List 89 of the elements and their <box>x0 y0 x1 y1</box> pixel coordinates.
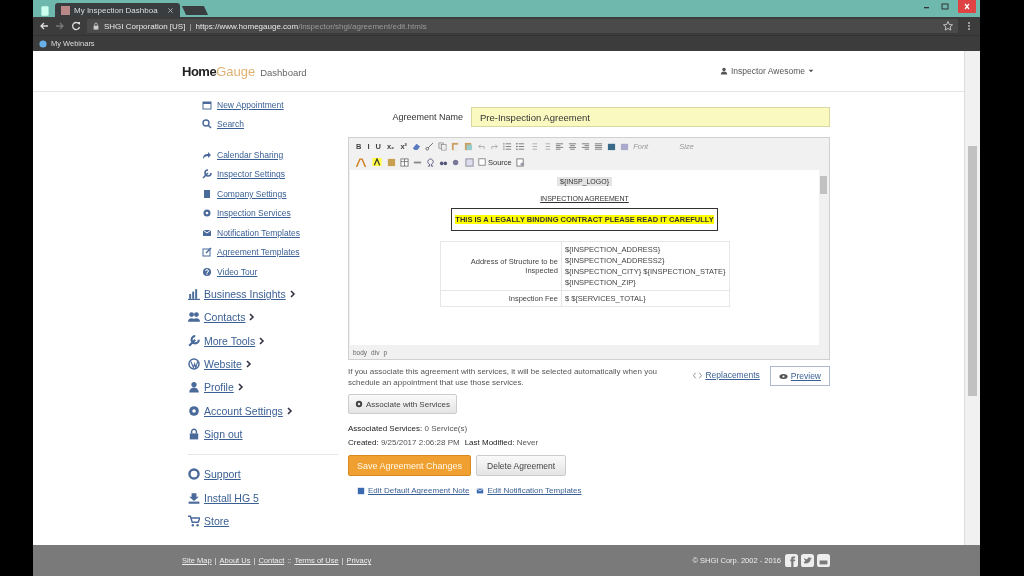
page-icon <box>61 5 70 15</box>
calendar-icon <box>202 99 212 110</box>
envelope-icon <box>202 227 212 238</box>
wordpress-icon <box>188 358 200 371</box>
users-icon <box>188 311 200 324</box>
globe-icon <box>39 39 47 48</box>
wrench-icon <box>188 334 200 347</box>
document-icon <box>478 158 486 166</box>
numbered-list-icon <box>503 141 513 151</box>
lifebuoy-icon <box>188 468 200 481</box>
edit-link[interactable]: Edit Notification Templates <box>476 486 582 496</box>
sidebar-link[interactable]: Store <box>204 514 230 527</box>
search-icon <box>202 119 212 130</box>
question-icon <box>202 266 212 277</box>
share-arrow-icon <box>202 149 212 160</box>
cart-icon <box>188 514 200 527</box>
bullet-list-icon <box>516 141 526 151</box>
gear-icon <box>355 400 363 409</box>
sidebar-link[interactable]: Inspection Services <box>217 208 291 219</box>
date-text: Last Modified: Never <box>464 438 539 448</box>
sidebar-link[interactable]: Support <box>204 468 241 481</box>
text-color-icon <box>355 157 367 167</box>
wrench-icon <box>202 169 212 180</box>
lock-icon <box>92 22 100 30</box>
associated-services-text: Associated Services: 0 Service(s) <box>348 424 469 434</box>
sidebar-link[interactable]: Business Insights <box>204 288 286 301</box>
sidebar-link[interactable]: Install HG 5 <box>204 491 259 504</box>
bar-chart-icon <box>188 288 200 301</box>
sidebar-link[interactable]: Agreement Templates <box>217 247 300 258</box>
table-icon <box>400 157 409 167</box>
highlight-color-icon <box>371 157 383 167</box>
preview-button[interactable]: Preview <box>769 366 830 386</box>
envelope-icon <box>476 486 485 495</box>
sidebar-link[interactable]: New Appointment <box>217 99 284 110</box>
separator: | <box>189 21 192 31</box>
align-right-icon <box>581 141 591 151</box>
sidebar-link[interactable]: Search <box>217 119 244 130</box>
sidebar-link[interactable]: Website <box>204 358 242 371</box>
reload-icon <box>71 21 81 31</box>
twitter-icon <box>801 554 814 567</box>
align-center-icon <box>568 141 578 151</box>
replacements-link[interactable]: Replacements <box>693 370 760 380</box>
gear-icon <box>202 208 212 219</box>
user-icon <box>188 381 200 394</box>
user-icon <box>719 67 728 75</box>
date-text: Created: 9/25/2017 2:06:28 PM <box>348 438 460 448</box>
edit-icon <box>202 247 212 258</box>
homegauge-logo: HomeGauge Dashboard <box>182 63 307 79</box>
download-icon <box>188 491 200 504</box>
site-identity: SHGI Corporation [US] <box>104 21 186 31</box>
justify-icon <box>594 141 604 151</box>
edit-link[interactable]: Edit Default Agreement Note <box>357 486 470 496</box>
code-icon <box>693 370 703 380</box>
eye-icon <box>778 371 788 381</box>
close-icon <box>167 6 174 14</box>
sidebar-link[interactable]: Account Settings <box>204 404 283 417</box>
delete-button[interactable]: Delete Agreement <box>476 455 567 477</box>
sidebar-link[interactable]: Profile <box>204 381 234 394</box>
sidebar-link[interactable]: Video Tour <box>217 266 258 277</box>
back-icon <box>39 21 49 31</box>
browser-menu-icon <box>39 5 51 17</box>
user-menu[interactable]: Inspector Awesome <box>719 66 814 76</box>
facebook-icon <box>785 554 798 567</box>
help-text: If you associate this agreement with services, it will be selected automatically when you schedule an appointment that use those services. <box>348 366 659 389</box>
omega-icon <box>426 157 435 167</box>
field-label: Agreement Name <box>391 112 463 122</box>
sidebar-link[interactable]: Inspector Settings <box>217 169 286 180</box>
scrollbar[interactable] <box>964 51 980 545</box>
forward-icon <box>55 21 65 31</box>
lock-icon <box>188 427 200 440</box>
caret-icon <box>808 68 814 74</box>
template-icon <box>515 157 525 167</box>
copy-icon <box>438 141 448 151</box>
associate-services-button[interactable]: Associate with Services <box>348 394 458 415</box>
align-left-icon <box>555 141 565 151</box>
gear-icon <box>188 404 200 417</box>
sidebar-link[interactable]: Calendar Sharing <box>217 149 284 160</box>
new-tab-button[interactable] <box>181 6 209 15</box>
sidebar-link[interactable]: More Tools <box>204 334 256 347</box>
star-icon <box>943 21 953 31</box>
url-text: https://www.homegauge.com/inspector/shgi/agreement/edit.htmls <box>195 21 427 31</box>
sidebar-link[interactable]: Notification Templates <box>217 227 300 238</box>
browser-tab[interactable]: My Inspection Dashboa <box>55 3 180 17</box>
sidebar-link[interactable]: Contacts <box>204 311 246 324</box>
address-bar[interactable]: SHGI Corporation [US] | https://www.homegauge.com/inspector/shgi/agreement/edit.htmls <box>87 19 958 33</box>
sidebar-link[interactable]: Company Settings <box>217 188 287 199</box>
eraser-icon <box>412 141 422 151</box>
agreement-name-field[interactable]: Pre-Inspection Agreement <box>471 107 830 127</box>
sidebar-link[interactable]: Sign out <box>204 427 243 440</box>
